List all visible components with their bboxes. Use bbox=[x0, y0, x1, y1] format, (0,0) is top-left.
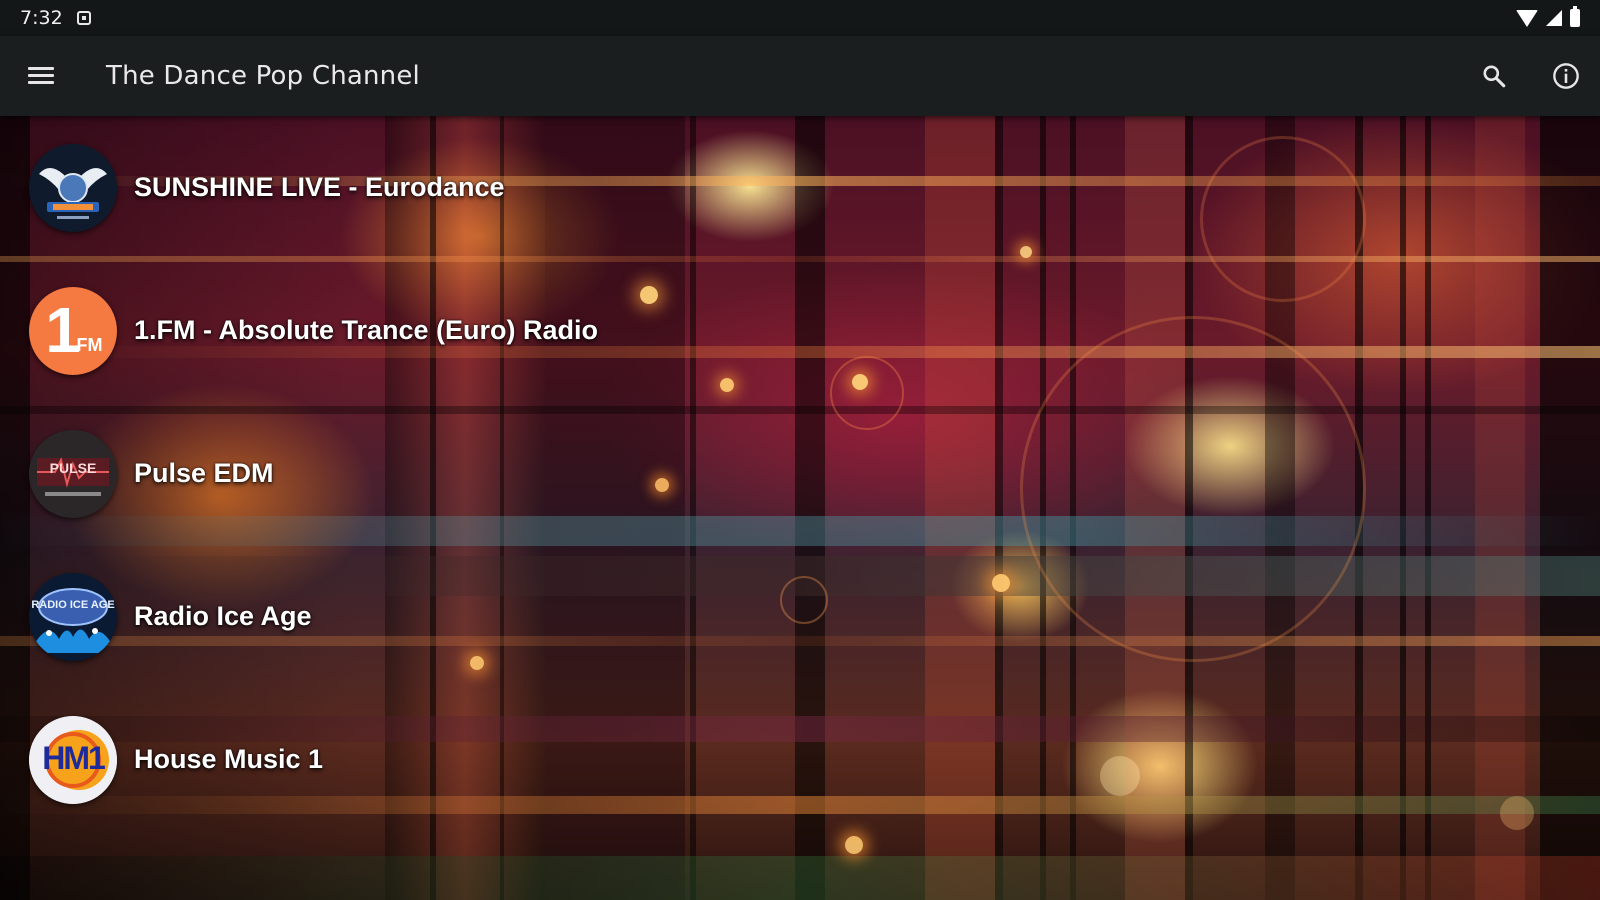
sunshine-live-logo bbox=[29, 144, 117, 232]
battery-icon bbox=[1570, 6, 1580, 27]
station-name: Pulse EDM bbox=[134, 458, 274, 488]
clock: 7:32 bbox=[20, 7, 63, 29]
station-name: House Music 1 bbox=[134, 744, 324, 774]
station-name: Radio Ice Age bbox=[134, 601, 312, 631]
pulse-edm-logo: PULSE bbox=[29, 430, 117, 518]
search-button[interactable] bbox=[1478, 60, 1510, 92]
station-name: SUNSHINE LIVE - Eurodance bbox=[134, 172, 505, 202]
app-title: The Dance Pop Channel bbox=[106, 61, 420, 91]
status-bar: 7:32 bbox=[0, 0, 1600, 36]
station-row-radio-ice-age[interactable]: RADIO ICE AGE Radio Ice Age bbox=[0, 545, 1600, 691]
info-button[interactable] bbox=[1550, 60, 1582, 92]
station-name: 1.FM - Absolute Trance (Euro) Radio bbox=[134, 315, 599, 345]
app-bar: The Dance Pop Channel bbox=[0, 36, 1600, 116]
menu-button[interactable] bbox=[0, 36, 82, 116]
house-music-1-logo: HM1 bbox=[29, 716, 117, 804]
station-row-1fm[interactable]: 1 .FM 1.FM - Absolute Trance (Euro) Radi… bbox=[0, 259, 1600, 405]
station-row-sunshine-live[interactable]: SUNSHINE LIVE - Eurodance bbox=[0, 116, 1600, 262]
notification-icon bbox=[76, 11, 91, 25]
menu-icon bbox=[28, 67, 54, 85]
signal-icon bbox=[1546, 10, 1562, 26]
1fm-logo: 1 .FM bbox=[29, 287, 117, 375]
wifi-icon bbox=[1516, 9, 1538, 27]
radio-ice-age-logo: RADIO ICE AGE bbox=[29, 573, 117, 661]
search-icon bbox=[1483, 65, 1506, 88]
info-icon bbox=[1553, 63, 1579, 89]
station-row-pulse-edm[interactable]: PULSE Pulse EDM bbox=[0, 402, 1600, 548]
station-row-house-music-1[interactable]: HM1 House Music 1 bbox=[0, 688, 1600, 834]
